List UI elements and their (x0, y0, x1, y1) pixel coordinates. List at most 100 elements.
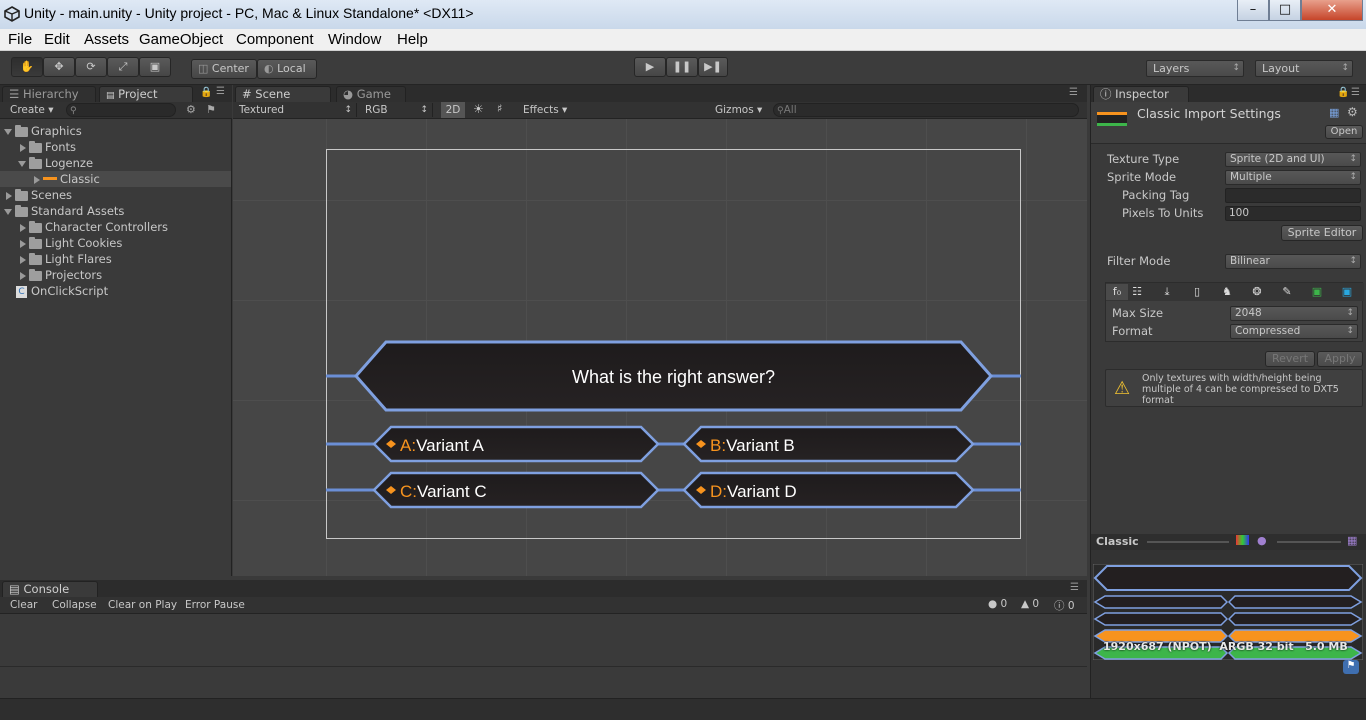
panel-menu-icon[interactable]: ☰ (1069, 87, 1078, 98)
menu-assets[interactable]: Assets (84, 31, 129, 48)
drag-handle[interactable] (1147, 541, 1229, 543)
apply-button[interactable]: Apply (1317, 351, 1363, 367)
layers-dropdown[interactable]: Layers (1146, 60, 1244, 77)
lock-icon[interactable]: 🔒 (200, 87, 212, 98)
sprite-editor-button[interactable]: Sprite Editor (1281, 225, 1363, 241)
help-book-icon[interactable]: ▦ (1329, 106, 1339, 119)
clear-on-play-button[interactable]: Clear on Play (108, 599, 177, 611)
scene-search-input[interactable]: ⚲All (773, 103, 1079, 117)
tab-inspector[interactable]: ⓘ Inspector (1093, 86, 1189, 103)
android-platform-icon[interactable]: ♞ (1216, 284, 1238, 300)
alpha-toggle-icon[interactable]: ● (1257, 534, 1267, 547)
error-pause-button[interactable]: Error Pause (185, 599, 245, 611)
tab-project[interactable]: ▤ Project (99, 86, 193, 103)
hand-tool-button[interactable]: ✋ (11, 57, 43, 77)
audio-icon[interactable]: ♯ (497, 102, 502, 115)
mip-slider[interactable] (1277, 541, 1341, 543)
collapse-button[interactable]: Collapse (52, 599, 97, 611)
windows-phone-platform-icon[interactable]: ✎ (1276, 284, 1298, 300)
tab-game[interactable]: ◕ Game (336, 86, 406, 103)
revert-button[interactable]: Revert (1265, 351, 1315, 367)
tree-item-onclickscript[interactable]: C OnClickScript (16, 283, 108, 299)
pause-button[interactable]: ❚❚ (666, 57, 698, 77)
effects-dropdown[interactable]: Effects ▾ (523, 103, 567, 117)
tree-item-projectors[interactable]: Projectors (20, 267, 102, 283)
open-button[interactable]: Open (1325, 125, 1363, 139)
gear-icon[interactable]: ⚙ (1347, 105, 1358, 119)
gizmos-dropdown[interactable]: Gizmos ▾ (715, 103, 762, 117)
scale-tool-button[interactable]: ⤢ (107, 57, 139, 77)
rect-tool-button[interactable]: ▣ (139, 57, 171, 77)
tree-item-graphics[interactable]: Graphics (4, 123, 82, 139)
move-tool-button[interactable]: ✥ (43, 57, 75, 77)
foldout-closed-icon[interactable] (34, 175, 40, 184)
filter-by-type-icon[interactable]: ⚙ (186, 103, 196, 116)
rgb-toggle-icon[interactable] (1236, 535, 1249, 545)
messages-toggle[interactable]: ⓘ 0 (1054, 598, 1075, 613)
play-button[interactable]: ▶ (634, 57, 666, 77)
menu-window[interactable]: Window (328, 31, 381, 48)
blackberry-platform-icon[interactable]: ❂ (1246, 284, 1268, 300)
foldout-open-icon[interactable] (4, 208, 12, 215)
packing-tag-input[interactable] (1225, 188, 1361, 203)
maximize-button[interactable]: □ (1269, 0, 1301, 21)
pixels-to-units-input[interactable]: 100 (1225, 206, 1361, 221)
tab-console[interactable]: ▤ Console (2, 581, 98, 598)
filter-mode-dropdown[interactable]: Bilinear (1225, 254, 1361, 269)
mipmap-icon[interactable]: ▦ (1347, 534, 1357, 547)
scene-lighting-icon[interactable]: ☀ (473, 102, 484, 116)
errors-toggle[interactable]: ● 0 (988, 598, 1007, 610)
foldout-open-icon[interactable] (4, 128, 12, 135)
layout-dropdown[interactable]: Layout (1255, 60, 1353, 77)
tree-item-fonts[interactable]: Fonts (20, 139, 76, 155)
format-dropdown[interactable]: Compressed (1230, 324, 1358, 339)
minimize-button[interactable]: – (1237, 0, 1269, 21)
rotate-tool-button[interactable]: ⟳ (75, 57, 107, 77)
sprite-mode-dropdown[interactable]: Multiple (1225, 170, 1361, 185)
foldout-closed-icon[interactable] (20, 239, 26, 248)
mode-2d-toggle[interactable]: 2D (441, 102, 465, 118)
tree-item-character-controllers[interactable]: Character Controllers (20, 219, 168, 235)
menu-component[interactable]: Component (236, 31, 314, 48)
tab-scene[interactable]: # Scene (235, 86, 331, 103)
step-button[interactable]: ▶❚ (698, 57, 728, 77)
filter-by-label-icon[interactable]: ⚑ (206, 103, 216, 116)
panel-menu-icon[interactable]: ☰ (216, 86, 225, 97)
pivot-center-toggle[interactable]: ◫ Center (191, 59, 257, 79)
panel-menu-icon[interactable]: ☰ (1070, 582, 1079, 593)
render-mode-dropdown[interactable]: RGB ↕ (365, 103, 433, 117)
menu-gameobject[interactable]: GameObject (139, 31, 223, 48)
scene-viewport[interactable]: What is the right answer? A:Variant A B:… (233, 119, 1087, 576)
foldout-closed-icon[interactable] (20, 271, 26, 280)
menu-file[interactable]: File (8, 31, 32, 48)
max-size-dropdown[interactable]: 2048 (1230, 306, 1358, 321)
foldout-closed-icon[interactable] (20, 143, 26, 152)
clear-button[interactable]: Clear (10, 599, 37, 611)
foldout-open-icon[interactable] (18, 160, 26, 167)
foldout-closed-icon[interactable] (20, 255, 26, 264)
warnings-toggle[interactable]: ▲ 0 (1021, 598, 1039, 610)
close-button[interactable]: ✕ (1301, 0, 1363, 21)
space-local-toggle[interactable]: ◐ Local (257, 59, 317, 79)
default-platform-icon[interactable]: f₀ (1106, 284, 1128, 300)
tree-item-standard-assets[interactable]: Standard Assets (4, 203, 124, 219)
create-dropdown[interactable]: Create ▾ (4, 103, 56, 117)
ios-platform-icon[interactable]: ▯ (1186, 284, 1208, 300)
asset-labels-icon[interactable]: ⚑ (1343, 660, 1359, 674)
project-search-input[interactable]: ⚲ (66, 103, 176, 117)
panel-menu-icon[interactable]: ☰ (1351, 87, 1360, 98)
tree-item-light-cookies[interactable]: Light Cookies (20, 235, 122, 251)
xbox-platform-icon[interactable]: ▣ (1306, 284, 1328, 300)
web-platform-icon[interactable]: ☷ (1126, 284, 1148, 300)
windows-store-platform-icon[interactable]: ▣ (1336, 284, 1358, 300)
tab-hierarchy[interactable]: ☰ Hierarchy (2, 86, 96, 103)
tree-item-logenze[interactable]: Logenze (18, 155, 93, 171)
foldout-closed-icon[interactable] (6, 191, 12, 200)
tree-item-light-flares[interactable]: Light Flares (20, 251, 112, 267)
standalone-platform-icon[interactable]: ⤓ (1156, 284, 1178, 300)
lock-icon[interactable]: 🔒 (1337, 87, 1349, 98)
tree-item-classic[interactable]: Classic (0, 171, 231, 187)
tree-item-scenes[interactable]: Scenes (6, 187, 72, 203)
foldout-closed-icon[interactable] (20, 223, 26, 232)
menu-help[interactable]: Help (397, 31, 428, 48)
